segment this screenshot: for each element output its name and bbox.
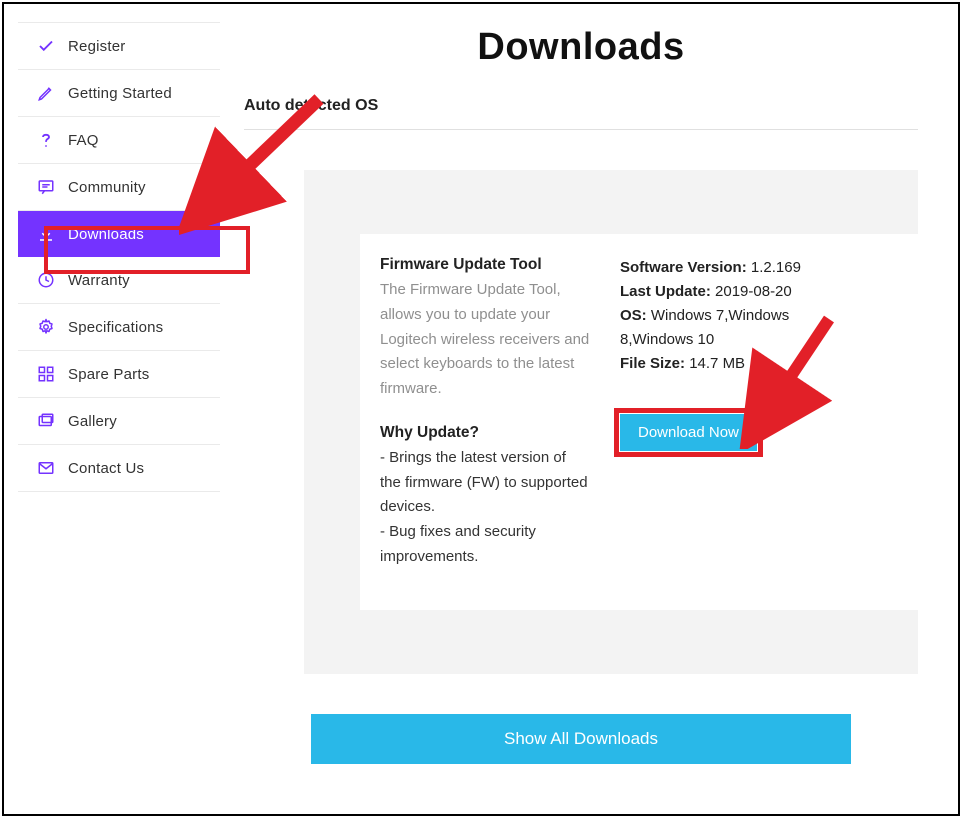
- sidebar-item-getting-started[interactable]: Getting Started: [18, 70, 220, 117]
- tool-title: Firmware Update Tool: [380, 256, 590, 274]
- page-title: Downloads: [244, 26, 918, 69]
- os-subtitle: Auto detected OS: [244, 97, 918, 130]
- pencil-icon: [36, 83, 56, 103]
- meta-os: OS: Windows 7,Windows 8,Windows 10: [620, 304, 820, 352]
- sidebar-item-contact-us[interactable]: Contact Us: [18, 445, 220, 492]
- sidebar-item-community[interactable]: Community: [18, 164, 220, 211]
- chat-icon: [36, 177, 56, 197]
- download-now-button[interactable]: Download Now: [620, 414, 757, 451]
- sidebar-item-register[interactable]: Register: [18, 22, 220, 70]
- why-update-body: - Brings the latest version of the firmw…: [380, 446, 590, 570]
- sidebar-item-label: Gallery: [68, 413, 117, 430]
- sidebar-item-label: Downloads: [68, 226, 144, 243]
- sidebar-item-faq[interactable]: FAQ: [18, 117, 220, 164]
- sidebar-item-label: Specifications: [68, 319, 163, 336]
- sidebar-item-label: Register: [68, 38, 125, 55]
- show-all-downloads-button[interactable]: Show All Downloads: [311, 714, 851, 764]
- meta-filesize: File Size: 14.7 MB: [620, 352, 820, 376]
- sidebar-item-label: Warranty: [68, 272, 130, 289]
- sidebar: Register Getting Started FAQ Community: [4, 4, 234, 814]
- mail-icon: [36, 458, 56, 478]
- sidebar-item-warranty[interactable]: Warranty: [18, 257, 220, 304]
- sidebar-item-gallery[interactable]: Gallery: [18, 398, 220, 445]
- sidebar-item-downloads[interactable]: Downloads: [18, 211, 220, 257]
- clock-icon: [36, 270, 56, 290]
- check-icon: [36, 36, 56, 56]
- why-line-1: - Brings the latest version of the firmw…: [380, 446, 590, 520]
- why-update-title: Why Update?: [380, 424, 590, 442]
- question-icon: [36, 130, 56, 150]
- main-content: Downloads Auto detected OS Firmware Upda…: [234, 4, 958, 814]
- tool-description: The Firmware Update Tool, allows you to …: [380, 278, 590, 402]
- sidebar-item-specifications[interactable]: Specifications: [18, 304, 220, 351]
- tool-description-column: Firmware Update Tool The Firmware Update…: [380, 256, 590, 570]
- meta-last-update: Last Update: 2019-08-20: [620, 280, 820, 304]
- sidebar-item-label: Spare Parts: [68, 366, 149, 383]
- gallery-icon: [36, 411, 56, 431]
- download-icon: [36, 224, 56, 244]
- tool-meta-column: Software Version: 1.2.169 Last Update: 2…: [620, 256, 820, 570]
- grid-icon: [36, 364, 56, 384]
- gear-icon: [36, 317, 56, 337]
- why-line-2: - Bug fixes and security improvements.: [380, 520, 590, 570]
- meta-version: Software Version: 1.2.169: [620, 256, 820, 280]
- sidebar-item-label: Community: [68, 179, 146, 196]
- sidebar-item-label: FAQ: [68, 132, 99, 149]
- sidebar-item-label: Getting Started: [68, 85, 172, 102]
- download-card: Firmware Update Tool The Firmware Update…: [304, 170, 918, 674]
- sidebar-item-label: Contact Us: [68, 460, 144, 477]
- sidebar-item-spare-parts[interactable]: Spare Parts: [18, 351, 220, 398]
